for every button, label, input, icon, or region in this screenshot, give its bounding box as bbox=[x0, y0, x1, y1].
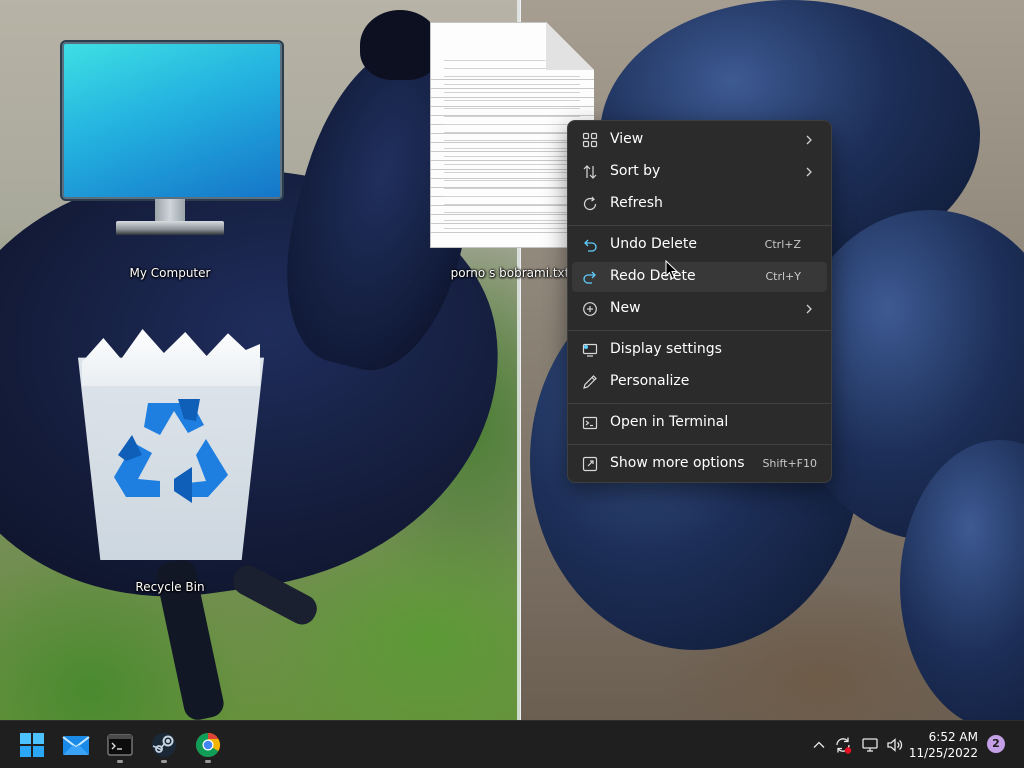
volume-icon[interactable] bbox=[885, 735, 905, 755]
sort-icon bbox=[583, 165, 597, 179]
chevron-right-icon bbox=[806, 167, 812, 177]
desktop-icon-my-computer-label-wrap: My Computer bbox=[50, 266, 290, 286]
menu-item-open-in-terminal[interactable]: Open in Terminal bbox=[572, 408, 827, 438]
more-options-icon bbox=[582, 456, 598, 472]
menu-item-shortcut: Ctrl+Z bbox=[764, 238, 801, 251]
desktop-icon-recycle-bin-label-wrap: Recycle Bin bbox=[60, 580, 280, 600]
undo-icon bbox=[584, 239, 597, 252]
running-indicator bbox=[205, 760, 211, 763]
clock-date: 11/25/2022 bbox=[908, 746, 978, 760]
redo-icon bbox=[583, 271, 596, 284]
chevron-right-icon bbox=[806, 135, 812, 145]
chrome-icon[interactable] bbox=[192, 729, 224, 761]
taskbar: 6:52 AM 11/25/2022 bbox=[0, 720, 1024, 768]
menu-item-show-more-options[interactable]: Show more options Shift+F10 bbox=[572, 449, 827, 479]
notification-badge[interactable]: 2 bbox=[987, 735, 1005, 753]
chevron-right-icon bbox=[806, 304, 812, 314]
menu-item-label: Redo Delete bbox=[610, 268, 696, 284]
mouse-cursor-icon bbox=[665, 260, 679, 280]
running-indicator bbox=[161, 760, 167, 763]
menu-item-personalize[interactable]: Personalize bbox=[572, 367, 827, 397]
menu-item-label: Display settings bbox=[610, 341, 722, 357]
menu-separator bbox=[568, 444, 831, 445]
menu-separator bbox=[568, 330, 831, 331]
grid-icon bbox=[582, 132, 598, 148]
desktop-context-menu: View Sort by Refresh Undo Delete Ctrl+Z … bbox=[567, 120, 832, 483]
chevron-up-icon[interactable] bbox=[809, 735, 829, 755]
menu-item-undo-delete[interactable]: Undo Delete Ctrl+Z bbox=[572, 230, 827, 260]
pen-icon bbox=[583, 375, 597, 389]
menu-item-display-settings[interactable]: Display settings bbox=[572, 335, 827, 365]
menu-item-sort-by[interactable]: Sort by bbox=[572, 157, 827, 187]
steam-icon[interactable] bbox=[148, 729, 180, 761]
menu-item-label: New bbox=[610, 300, 641, 316]
mail-icon[interactable] bbox=[60, 729, 92, 761]
taskbar-clock[interactable]: 6:52 AM 11/25/2022 bbox=[909, 729, 978, 761]
terminal-app-icon[interactable] bbox=[104, 729, 136, 761]
menu-item-label: View bbox=[610, 131, 644, 147]
start-icon[interactable] bbox=[16, 729, 48, 761]
menu-item-shortcut: Shift+F10 bbox=[762, 457, 817, 470]
menu-item-label: Open in Terminal bbox=[610, 414, 729, 430]
menu-item-label: Undo Delete bbox=[610, 236, 698, 252]
menu-item-label: Refresh bbox=[610, 195, 663, 211]
desktop-icon-label: My Computer bbox=[129, 266, 211, 280]
menu-separator bbox=[568, 225, 831, 226]
clock-time: 6:52 AM bbox=[928, 730, 978, 744]
terminal-icon bbox=[582, 416, 598, 430]
network-icon[interactable] bbox=[860, 735, 880, 755]
menu-item-label: Sort by bbox=[610, 163, 661, 179]
menu-item-view[interactable]: View bbox=[572, 125, 827, 155]
desktop-icon-label: Recycle Bin bbox=[135, 580, 205, 594]
menu-item-redo-delete[interactable]: Redo Delete Ctrl+Y bbox=[572, 262, 827, 292]
display-settings-icon bbox=[582, 343, 598, 357]
refresh-icon bbox=[583, 196, 597, 211]
running-indicator bbox=[117, 760, 123, 763]
menu-item-label: Personalize bbox=[610, 373, 690, 389]
menu-item-shortcut: Ctrl+Y bbox=[765, 270, 801, 283]
menu-item-label: Show more options bbox=[610, 455, 745, 471]
menu-item-refresh[interactable]: Refresh bbox=[572, 189, 827, 219]
menu-separator bbox=[568, 403, 831, 404]
menu-item-new[interactable]: New bbox=[572, 294, 827, 324]
sync-icon[interactable] bbox=[833, 735, 853, 755]
plus-circle-icon bbox=[583, 302, 597, 316]
